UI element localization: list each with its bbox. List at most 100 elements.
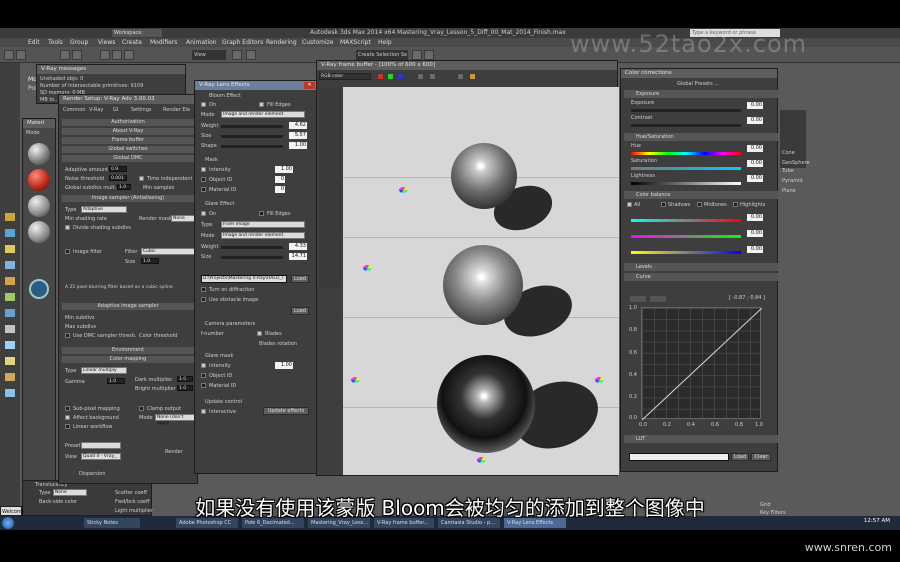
menu-tools[interactable]: Tools [48,38,63,47]
color-mapping-rollout[interactable]: Color mapping [62,356,194,363]
filter-size-field[interactable]: 1.0 [141,258,159,264]
bloom-size-field[interactable]: 5.57 [289,132,307,139]
lightness-field[interactable]: 0.00 [747,175,763,182]
selection-set-combo[interactable]: Create Selection Se [356,50,408,60]
glare-weight-slider[interactable] [221,246,283,249]
bloom-intensity-checkbox[interactable] [201,167,206,172]
cm-type-combo[interactable]: Linear multiply [81,367,127,374]
render-image[interactable] [343,87,619,475]
move-icon[interactable] [100,50,110,60]
bloom-shape-field[interactable]: 1.00 [289,142,307,149]
bloom-materialid-field[interactable]: 0 [275,186,285,193]
obstacle-checkbox[interactable] [201,297,206,302]
diffraction-checkbox[interactable] [201,287,206,292]
clamp-output-checkbox[interactable] [139,406,144,411]
exposure-section[interactable]: Exposure [624,90,778,98]
menu-customize[interactable]: Customize [302,38,334,47]
bloom-mode-combo[interactable]: Image and render element [221,111,305,118]
mirror-icon[interactable] [412,50,422,60]
modes-menu[interactable]: Mode [26,130,40,136]
clear-image-icon[interactable] [429,73,436,80]
panel-item-cone[interactable]: Cone [782,150,795,156]
menu-rendering[interactable]: Rendering [266,38,297,47]
linear-workflow-checkbox[interactable] [65,424,70,429]
use-dmc-checkbox[interactable] [65,333,70,338]
time-independent-checkbox[interactable] [139,176,144,181]
levels-section[interactable]: Levels [624,263,778,271]
yellow-blue-slider[interactable] [631,251,741,254]
undo-icon[interactable] [4,50,14,60]
filter-combo[interactable]: Cubic [141,248,195,255]
authorization-rollout[interactable]: Authorization [62,119,194,126]
green-channel-icon[interactable] [387,73,394,80]
menu-views[interactable]: Views [98,38,115,47]
image-filter-checkbox[interactable] [65,249,70,254]
cb-highlights-radio[interactable] [733,202,738,207]
lut-clear-button[interactable]: Clear [751,453,771,461]
adaptive-sampler-rollout[interactable]: Adaptive image sampler [62,303,194,310]
region-render-icon[interactable] [457,73,464,80]
affect-bg-checkbox[interactable] [65,415,70,420]
curve-line[interactable] [642,308,762,420]
exposure-slider[interactable] [631,109,741,112]
display-icon[interactable] [5,373,15,381]
hue-saturation-section[interactable]: Hue/Saturation [624,133,778,141]
glare-size-slider[interactable] [221,256,283,259]
magenta-green-slider[interactable] [631,235,741,238]
menu-group[interactable]: Group [70,38,88,47]
cyan-red-slider[interactable] [631,219,741,222]
menu-create[interactable]: Create [122,38,142,47]
material-slot-2[interactable] [28,169,50,191]
camera-icon[interactable] [5,261,15,269]
bright-multiplier-field[interactable]: 1.0 [177,385,193,391]
bloom-weight-slider[interactable] [221,125,283,128]
glare-objectid-checkbox[interactable] [201,373,206,378]
panel-item-geosphere[interactable]: GeoSphere [782,160,810,166]
load-obstacle-button[interactable]: Load [291,307,309,315]
yellow-blue-field[interactable]: 0.00 [747,246,763,253]
glare-intensity-checkbox[interactable] [201,363,206,368]
load-glare-button[interactable]: Load [291,275,309,283]
glare-mode-combo[interactable]: Image and render element [221,232,305,239]
glare-weight-field[interactable]: 4.33 [289,243,307,250]
view-combo[interactable]: View [192,50,226,60]
gamma-field[interactable]: 1.0 [107,378,125,384]
glare-type-combo[interactable]: From image [221,221,305,228]
curve-preset-button[interactable] [629,295,647,303]
bloom-objectid-checkbox[interactable] [201,177,206,182]
snap-icon[interactable] [246,50,256,60]
panel-item-pyramid[interactable]: Pyramid [782,178,803,184]
saturation-slider[interactable] [631,167,741,170]
update-effects-button[interactable]: Update effects [263,407,309,415]
cb-all-radio[interactable] [627,202,632,207]
tab-settings[interactable]: Settings [131,107,152,113]
glare-materialid-checkbox[interactable] [201,383,206,388]
menu-edit[interactable]: Edit [28,38,40,47]
hue-field[interactable]: 0.00 [747,145,763,152]
render-mask-combo[interactable]: None [171,215,195,222]
lut-section[interactable]: LUT [624,435,778,443]
saturation-field[interactable]: 0.00 [747,160,763,167]
global-switches-rollout[interactable]: Global switches [62,146,194,153]
render-button[interactable]: Render [165,449,183,455]
glare-intensity-field[interactable]: 1.00 [275,362,293,369]
lightness-slider[interactable] [631,182,741,185]
glare-fill-checkbox[interactable] [259,211,264,216]
color-balance-section[interactable]: Color balance [624,191,778,199]
glare-image-path[interactable]: D:\Projects\Mastering V-Ray\HALO_T [201,275,287,283]
rotate-icon[interactable] [112,50,122,60]
curve-preset-button[interactable] [649,295,667,303]
redo-icon[interactable] [16,50,26,60]
bloom-materialid-checkbox[interactable] [201,187,206,192]
shape-icon[interactable] [5,229,15,237]
hierarchy-icon[interactable] [5,341,15,349]
adaptive-amount-field[interactable]: 0.9 [109,166,127,172]
lut-load-button[interactable]: Load [731,453,749,461]
menu-modifiers[interactable]: Modifiers [150,38,177,47]
menu-graph-editors[interactable]: Graph Editors [222,38,263,47]
panel-item-plane[interactable]: Plane [782,188,796,194]
contrast-field[interactable]: 0.00 [747,117,763,124]
divide-shading-checkbox[interactable] [65,225,70,230]
dark-multiplier-field[interactable]: 1.0 [177,376,193,382]
bloom-weight-field[interactable]: 4.62 [289,122,307,129]
